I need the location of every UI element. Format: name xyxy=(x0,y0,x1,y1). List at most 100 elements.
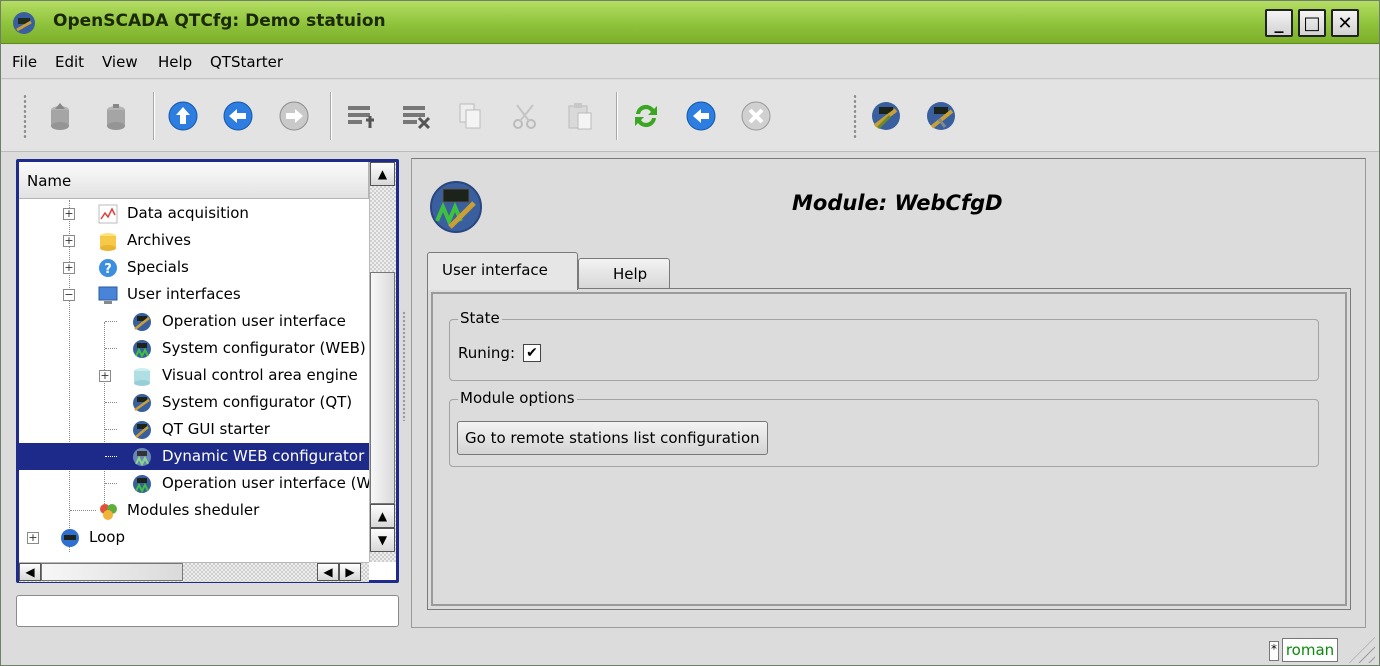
db-load-icon[interactable] xyxy=(44,100,76,132)
scroll-up-icon[interactable]: ▲ xyxy=(370,504,395,528)
tree-item-label: Data acquisition xyxy=(127,204,249,222)
cut-icon[interactable] xyxy=(509,100,541,132)
modules-sheduler-icon xyxy=(100,504,117,520)
module-icon xyxy=(133,448,151,467)
item-add-icon[interactable] xyxy=(344,100,376,132)
close-button[interactable]: ✕ xyxy=(1331,9,1359,37)
forward-icon[interactable] xyxy=(278,100,310,132)
tree-item-label: Loop xyxy=(89,528,125,546)
toolbar-grip[interactable] xyxy=(23,94,27,138)
tree-line xyxy=(105,456,117,457)
tree-item-label: Modules sheduler xyxy=(127,501,260,519)
tree-item-system-configurator-qt[interactable]: System configurator (QT) xyxy=(19,389,369,416)
state-group: State Runing: ✔ xyxy=(449,309,1319,381)
user-interfaces-icon xyxy=(98,286,118,304)
qtstarter-icon[interactable] xyxy=(925,100,957,132)
tree-item-label: Dynamic WEB configurator xyxy=(162,447,365,465)
expand-icon[interactable]: + xyxy=(99,370,111,382)
state-group-title: State xyxy=(458,309,502,327)
svg-text:?: ? xyxy=(104,262,112,277)
minimize-button[interactable]: _ xyxy=(1265,9,1293,37)
db-save-icon[interactable] xyxy=(100,100,132,132)
resize-grip-icon[interactable] xyxy=(1349,637,1375,663)
paste-icon[interactable] xyxy=(564,100,596,132)
up-icon[interactable] xyxy=(167,100,199,132)
toolbar-separator xyxy=(616,92,618,140)
scroll-thumb[interactable] xyxy=(370,272,395,504)
tree-item-label: QT GUI starter xyxy=(162,420,270,438)
module-icon xyxy=(134,368,150,386)
modified-indicator[interactable]: * xyxy=(1269,641,1279,661)
tree-item-operation-ui[interactable]: Operation user interface xyxy=(19,308,369,335)
tree-body[interactable]: + Data acquisition + Archives + ? Specia… xyxy=(19,200,369,562)
scroll-left-icon[interactable]: ◀ xyxy=(317,563,339,581)
collapse-icon[interactable]: − xyxy=(63,289,75,301)
back-icon[interactable] xyxy=(222,100,254,132)
window-title: OpenSCADA QTCfg: Demo statuion xyxy=(53,11,386,31)
tree-item-archives[interactable]: + Archives xyxy=(19,227,369,254)
menu-help[interactable]: Help xyxy=(158,53,192,71)
tree-item-dynamic-web-configurator[interactable]: Dynamic WEB configurator xyxy=(19,443,369,470)
tree-horizontal-scrollbar[interactable]: ◀ ◀ ▶ xyxy=(19,562,369,582)
scroll-down-icon[interactable]: ▼ xyxy=(370,528,395,552)
tree-item-modules-sheduler[interactable]: Modules sheduler xyxy=(19,497,369,524)
tree-line xyxy=(105,402,117,403)
tree-item-qt-gui-starter[interactable]: QT GUI starter xyxy=(19,416,369,443)
tree-header-label: Name xyxy=(27,172,72,190)
tree-item-system-configurator-web[interactable]: System configurator (WEB) xyxy=(19,335,369,362)
expand-icon[interactable]: + xyxy=(63,235,75,247)
tab-inner-frame: State Runing: ✔ Module options Go to rem… xyxy=(431,292,1347,606)
scroll-thumb[interactable] xyxy=(41,563,183,581)
tree-column-header[interactable]: Name xyxy=(19,162,369,199)
scroll-right-icon[interactable]: ▶ xyxy=(339,563,361,581)
scroll-left-icon[interactable]: ◀ xyxy=(19,563,41,581)
user-indicator[interactable]: roman xyxy=(1282,638,1338,662)
station-icon xyxy=(61,529,79,547)
toolbar-grip[interactable] xyxy=(853,94,857,138)
tree-vertical-scrollbar[interactable]: ▲ ▲ ▼ xyxy=(369,162,396,562)
qtcfg-icon[interactable] xyxy=(870,100,902,132)
panel-splitter[interactable] xyxy=(402,311,406,421)
menu-qtstarter[interactable]: QTStarter xyxy=(210,53,283,71)
expand-icon[interactable]: + xyxy=(63,262,75,274)
module-icon xyxy=(133,394,151,412)
tab-help[interactable]: Help xyxy=(578,258,670,288)
maximize-icon: □ xyxy=(1303,12,1321,34)
tab-user-interface[interactable]: User interface xyxy=(427,252,578,290)
toolbar-separator xyxy=(153,92,155,140)
menu-file[interactable]: File xyxy=(12,53,37,71)
tab-label: Help xyxy=(613,265,648,283)
maximize-button[interactable]: □ xyxy=(1298,9,1326,37)
status-bar: * roman xyxy=(1,633,1379,665)
tree-item-user-interfaces[interactable]: − User interfaces xyxy=(19,281,369,308)
running-checkbox[interactable]: ✔ xyxy=(523,344,542,362)
refresh-icon[interactable] xyxy=(630,100,662,132)
copy-icon[interactable] xyxy=(454,100,486,132)
tree-item-label: Archives xyxy=(127,231,191,249)
menu-view[interactable]: View xyxy=(102,53,138,71)
tab-label: User interface xyxy=(442,261,548,279)
expand-icon[interactable]: + xyxy=(63,208,75,220)
menu-bar: File Edit View Help QTStarter xyxy=(1,45,1379,79)
module-icon xyxy=(133,313,151,331)
tree-filter-input[interactable] xyxy=(16,595,399,627)
tree-item-visual-control-area[interactable]: + Visual control area engine xyxy=(19,362,369,389)
start-icon[interactable] xyxy=(685,100,717,132)
tree-item-label: System configurator (WEB) xyxy=(162,339,366,357)
tree-item-operation-ui-web[interactable]: Operation user interface (WEB) xyxy=(19,470,369,497)
module-icon xyxy=(133,475,151,494)
running-label: Runing: xyxy=(458,344,516,362)
remote-stations-button[interactable]: Go to remote stations list configuration xyxy=(457,421,768,455)
tree-item-specials[interactable]: + ? Specials xyxy=(19,254,369,281)
menu-edit[interactable]: Edit xyxy=(55,53,84,71)
scroll-up-icon[interactable]: ▲ xyxy=(370,162,395,186)
title-bar[interactable]: OpenSCADA QTCfg: Demo statuion _ □ ✕ xyxy=(1,1,1379,44)
tree-item-data-acquisition[interactable]: + Data acquisition xyxy=(19,200,369,227)
item-delete-icon[interactable] xyxy=(399,100,431,132)
stop-icon[interactable] xyxy=(740,100,772,132)
tree-line xyxy=(105,483,117,484)
tree-item-loop[interactable]: + Loop xyxy=(19,524,369,551)
navigation-tree[interactable]: Name + Data acquisition + Archives + ? S… xyxy=(16,159,399,583)
expand-icon[interactable]: + xyxy=(27,532,39,544)
specials-icon: ? xyxy=(99,259,117,277)
